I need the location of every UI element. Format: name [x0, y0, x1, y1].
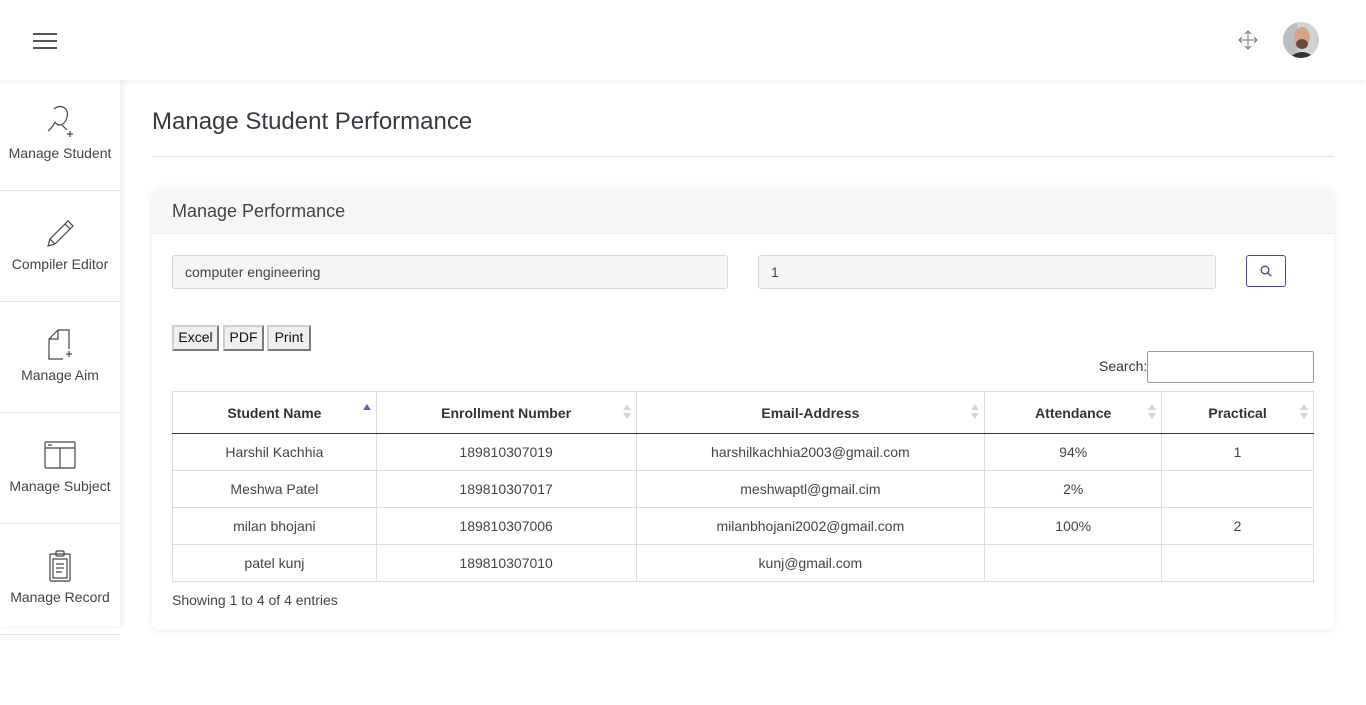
- user-avatar[interactable]: [1283, 22, 1319, 58]
- column-header-practical[interactable]: Practical: [1161, 391, 1314, 434]
- sidebar-item-manage-subject[interactable]: Manage Subject: [0, 413, 120, 524]
- cell-practical: [1161, 470, 1314, 508]
- cell-enrollment: 189810307006: [375, 507, 637, 545]
- table-row: milan bhojani 189810307006 milanbhojani2…: [172, 507, 1314, 545]
- table-search-input[interactable]: [1147, 351, 1314, 383]
- pencil-icon: [47, 220, 74, 247]
- cell-email: meshwaptl@gmail.cim: [635, 470, 986, 508]
- sort-icon: [622, 404, 631, 420]
- sidebar-item-label: Manage Aim: [21, 367, 99, 383]
- sort-icon: [1300, 404, 1308, 420]
- cell-enrollment: 189810307010: [375, 544, 637, 582]
- table-row: Harshil Kachhia 189810307019 harshilkach…: [172, 433, 1314, 471]
- cell-student-name: Harshil Kachhia: [172, 433, 377, 471]
- divider: [152, 156, 1334, 157]
- semester-select[interactable]: 1: [758, 255, 1216, 289]
- top-navbar: [0, 0, 1366, 80]
- cell-email: milanbhojani2002@gmail.com: [635, 507, 986, 545]
- print-button[interactable]: Print: [267, 325, 311, 351]
- column-header-attendance[interactable]: Attendance: [984, 391, 1163, 434]
- sidebar-item-label: Manage Subject: [9, 478, 111, 494]
- sidebar-item-manage-student[interactable]: Manage Student: [0, 80, 120, 191]
- sidebar-item-label: Manage Student: [8, 145, 112, 161]
- search-button[interactable]: [1246, 255, 1286, 287]
- cell-email: harshilkachhia2003@gmail.com: [635, 433, 986, 471]
- performance-table: Student Name Enrollment Number Email-Add…: [172, 391, 1314, 582]
- search-icon: [1260, 265, 1272, 277]
- cell-email: kunj@gmail.com: [635, 544, 986, 582]
- card-title: Manage Performance: [172, 201, 346, 221]
- cell-attendance: 94%: [984, 433, 1163, 471]
- column-header-student-name[interactable]: Student Name: [172, 391, 377, 434]
- cell-practical: [1161, 544, 1314, 582]
- sidebar-item-manage-aim[interactable]: Manage Aim: [0, 302, 120, 413]
- user-add-icon: [47, 105, 73, 137]
- cell-student-name: patel kunj: [172, 544, 377, 582]
- sort-icon: [971, 404, 980, 420]
- expand-arrows-icon[interactable]: [1236, 28, 1260, 52]
- sidebar-item-label: Compiler Editor: [11, 256, 109, 272]
- performance-card: Manage Performance computer engineering …: [152, 188, 1334, 630]
- search-label: Search:: [1099, 358, 1148, 374]
- sort-asc-icon: [362, 404, 371, 420]
- cell-student-name: milan bhojani: [172, 507, 377, 545]
- cell-student-name: Meshwa Patel: [172, 470, 377, 508]
- cell-practical: 1: [1161, 433, 1314, 471]
- sidebar-item-label: Manage Record: [10, 589, 110, 605]
- cell-practical: 2: [1161, 507, 1314, 545]
- card-header: Manage Performance: [152, 188, 1334, 234]
- department-select[interactable]: computer engineering: [172, 255, 728, 289]
- file-add-icon: [48, 329, 72, 360]
- table-info: Showing 1 to 4 of 4 entries: [172, 592, 338, 608]
- cell-attendance: 2%: [984, 470, 1163, 508]
- sidebar-item-manage-record[interactable]: Manage Record: [0, 524, 120, 635]
- excel-button[interactable]: Excel: [172, 325, 219, 351]
- table-row: Meshwa Patel 189810307017 meshwaptl@gmai…: [172, 470, 1314, 508]
- clipboard-icon: [49, 550, 71, 582]
- column-header-email[interactable]: Email-Address: [635, 391, 986, 434]
- sort-icon: [1148, 404, 1157, 420]
- sidebar-item-compiler-editor[interactable]: Compiler Editor: [0, 191, 120, 302]
- layout-icon: [44, 441, 76, 469]
- cell-attendance: [984, 544, 1163, 582]
- hamburger-icon[interactable]: [33, 31, 57, 49]
- sidebar: Manage Student Compiler Editor Manage Ai…: [0, 80, 120, 635]
- table-row: patel kunj 189810307010 kunj@gmail.com: [172, 544, 1314, 582]
- cell-enrollment: 189810307017: [375, 470, 637, 508]
- column-header-enrollment[interactable]: Enrollment Number: [375, 391, 637, 434]
- cell-attendance: 100%: [984, 507, 1163, 545]
- pdf-button[interactable]: PDF: [223, 325, 264, 351]
- page-title: Manage Student Performance: [152, 108, 473, 135]
- cell-enrollment: 189810307019: [375, 433, 637, 471]
